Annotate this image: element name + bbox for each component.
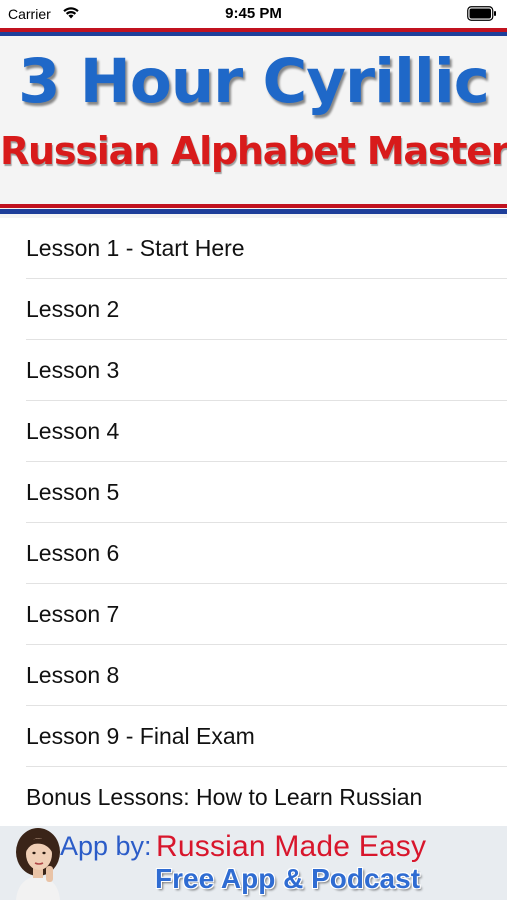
lesson-label: Lesson 4 xyxy=(26,418,120,444)
lesson-row-bonus[interactable]: Bonus Lessons: How to Learn Russian xyxy=(0,767,507,828)
banner-subtitle: Russian Alphabet Mastery xyxy=(0,129,507,173)
lesson-row-9[interactable]: Lesson 9 - Final Exam xyxy=(0,706,507,767)
ad-banner[interactable]: App by: Russian Made Easy Free App & Pod… xyxy=(0,826,507,900)
clock: 9:45 PM xyxy=(225,5,282,22)
status-bar: Carrier 9:45 PM xyxy=(0,0,507,28)
ad-prefix: App by: xyxy=(60,831,152,861)
banner-title: 3 Hour Cyrillic xyxy=(18,46,490,117)
lesson-row-2[interactable]: Lesson 2 xyxy=(0,279,507,340)
ad-brand-name: Russian Made Easy xyxy=(156,830,427,863)
stripe-blue-bottom xyxy=(0,209,507,214)
lesson-row-7[interactable]: Lesson 7 xyxy=(0,584,507,645)
lesson-label: Lesson 2 xyxy=(26,296,120,322)
lesson-row-1[interactable]: Lesson 1 - Start Here xyxy=(0,218,507,279)
lesson-label: Lesson 9 - Final Exam xyxy=(26,723,255,749)
lesson-row-4[interactable]: Lesson 4 xyxy=(0,401,507,462)
battery-icon xyxy=(467,6,496,21)
stripe-red-bottom xyxy=(0,204,507,208)
header-banner: 3 Hour Cyrillic Russian Alphabet Mastery xyxy=(0,28,507,218)
lesson-label: Lesson 3 xyxy=(26,357,120,383)
ad-tagline: Free App & Podcast xyxy=(155,863,421,894)
lesson-label: Lesson 6 xyxy=(26,540,120,566)
lesson-row-6[interactable]: Lesson 6 xyxy=(0,523,507,584)
lesson-label: Lesson 8 xyxy=(26,662,120,688)
lesson-row-5[interactable]: Lesson 5 xyxy=(0,462,507,523)
lesson-label: Lesson 1 - Start Here xyxy=(26,235,245,261)
lesson-label: Lesson 5 xyxy=(26,479,120,505)
lesson-row-3[interactable]: Lesson 3 xyxy=(0,340,507,401)
lesson-label: Lesson 7 xyxy=(26,601,120,627)
stripe-blue-top xyxy=(0,32,507,36)
lesson-list: Lesson 1 - Start Here Lesson 2 Lesson 3 … xyxy=(0,218,507,828)
lesson-label: Bonus Lessons: How to Learn Russian xyxy=(26,784,423,810)
lesson-row-8[interactable]: Lesson 8 xyxy=(0,645,507,706)
